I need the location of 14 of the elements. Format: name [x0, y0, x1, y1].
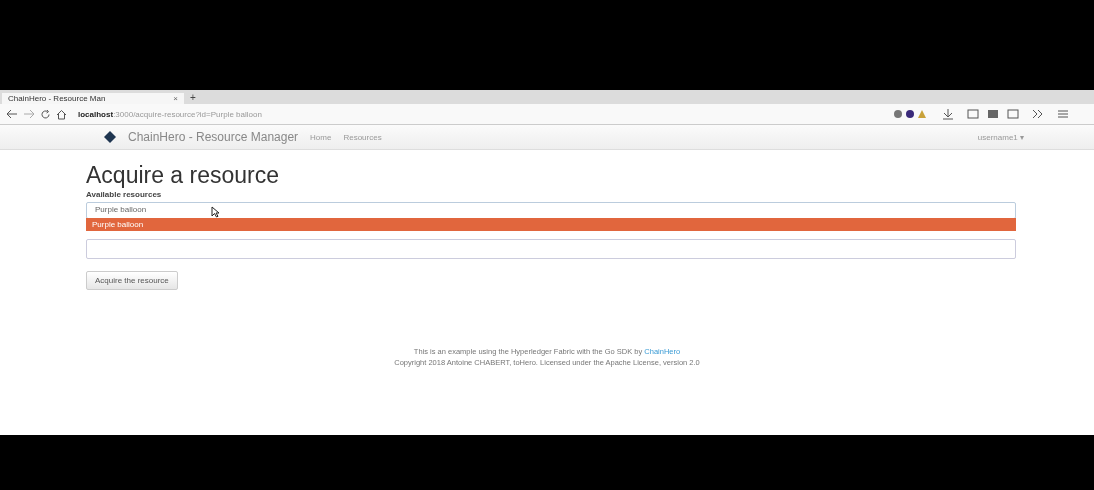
forward-icon[interactable]	[23, 109, 35, 119]
field-label: Available resources	[86, 190, 163, 199]
reload-icon[interactable]	[40, 108, 51, 120]
new-tab-button[interactable]: +	[184, 92, 202, 104]
home-icon[interactable]	[56, 108, 67, 120]
acquire-button[interactable]: Acquire the resource	[86, 271, 178, 290]
back-icon[interactable]	[6, 109, 18, 119]
brand-link[interactable]: ChainHero - Resource Manager	[128, 130, 299, 144]
dropdown-option[interactable]: Purple balloon	[86, 218, 1016, 231]
close-tab-icon[interactable]: ×	[173, 94, 178, 103]
logo-icon	[104, 131, 116, 143]
browser-tab[interactable]: ChainHero - Resource Man ×	[2, 93, 184, 104]
mouse-pointer-icon	[211, 206, 220, 218]
page-title: Acquire a resource	[86, 162, 281, 188]
